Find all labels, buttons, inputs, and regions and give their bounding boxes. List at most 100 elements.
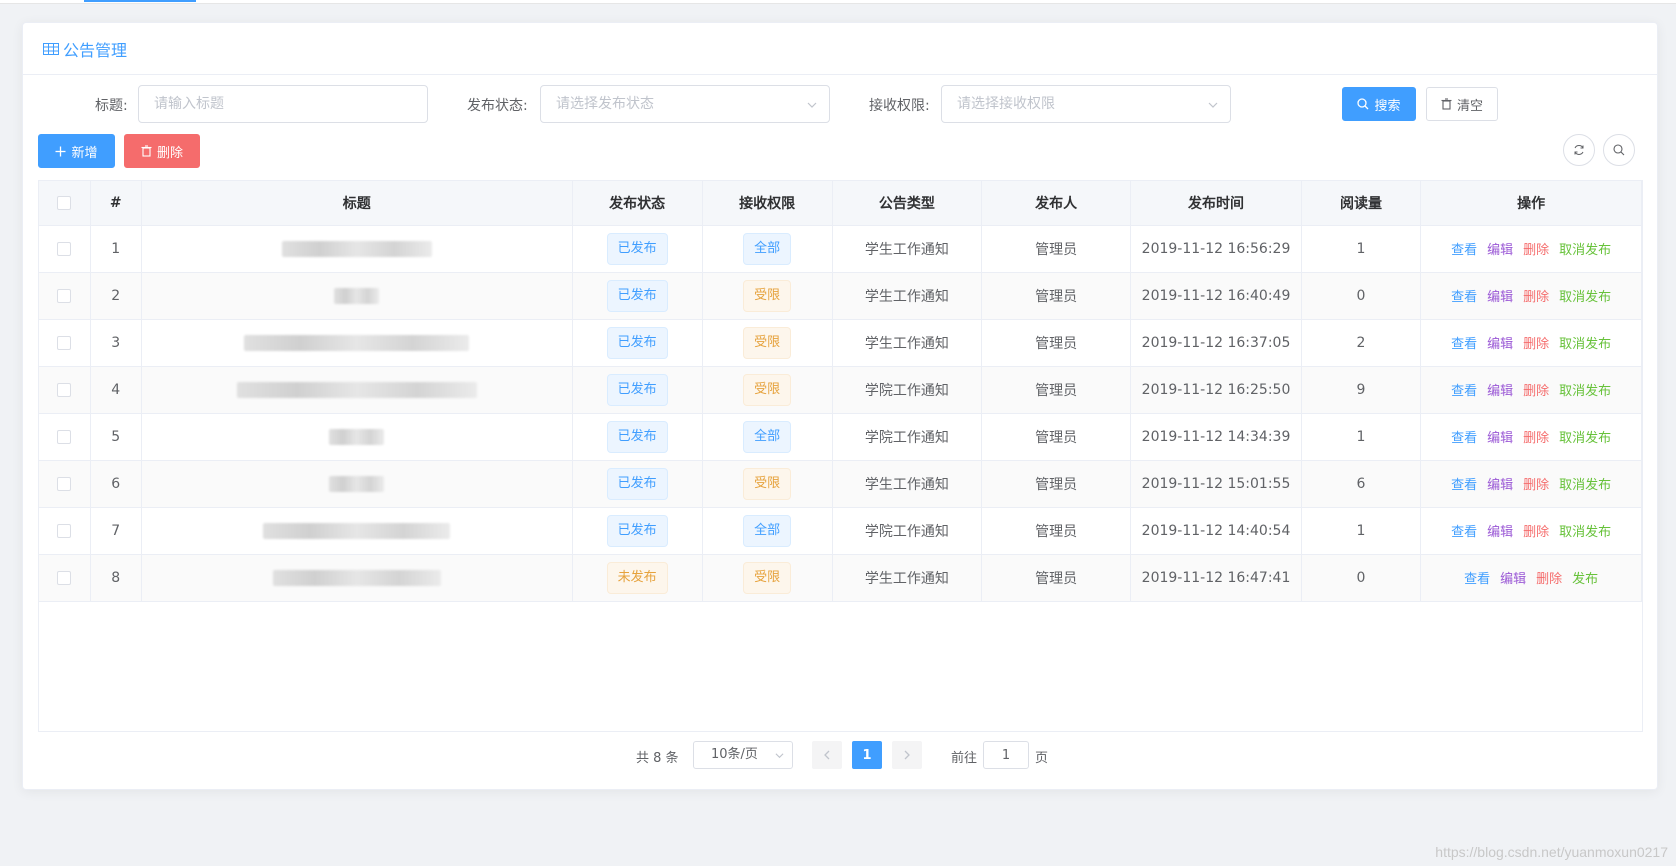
view-link[interactable]: 查看 bbox=[1451, 431, 1477, 446]
trash-icon bbox=[141, 145, 152, 157]
publish-toggle-link[interactable]: 取消发布 bbox=[1559, 525, 1611, 540]
page-number-button[interactable]: 1 bbox=[852, 741, 882, 769]
watermark-link: https://blog.csdn.net/yuanmoxun0217 bbox=[1435, 844, 1668, 860]
card-title: 公告管理 bbox=[63, 40, 128, 60]
row-actions: 查看 编辑 删除 取消发布 bbox=[1420, 507, 1642, 555]
toggle-search-button[interactable] bbox=[1603, 134, 1635, 166]
edit-link[interactable]: 编辑 bbox=[1487, 243, 1513, 258]
table-row: 3 已发布 受限 学生工作通知 管理员 2019-11-12 16:37:05 2 查看 编辑删… bbox=[39, 319, 1642, 367]
row-index: 7 bbox=[90, 507, 142, 555]
header-index: # bbox=[90, 181, 142, 226]
title-filter-label: 标题: bbox=[95, 98, 128, 114]
row-index: 8 bbox=[90, 554, 142, 602]
edit-link[interactable]: 编辑 bbox=[1487, 337, 1513, 352]
publish-toggle-link[interactable]: 发布 bbox=[1572, 572, 1598, 587]
row-checkbox[interactable] bbox=[57, 476, 72, 491]
table-row: 8 未发布 受限 学生工作通知 管理员 2019-11-12 16:47:41 0 查看 编辑删… bbox=[39, 554, 1642, 602]
row-title-cell bbox=[141, 413, 573, 461]
row-checkbox[interactable] bbox=[57, 429, 72, 444]
trash-icon bbox=[1441, 98, 1452, 110]
row-checkbox[interactable] bbox=[57, 241, 72, 256]
prev-page-button[interactable] bbox=[812, 741, 842, 769]
delete-link[interactable]: 删除 bbox=[1523, 243, 1549, 258]
publish-toggle-link[interactable]: 取消发布 bbox=[1559, 337, 1611, 352]
view-link[interactable]: 查看 bbox=[1464, 572, 1490, 587]
row-checkbox[interactable] bbox=[57, 382, 72, 397]
delete-link[interactable]: 删除 bbox=[1523, 337, 1549, 352]
title-input[interactable] bbox=[138, 85, 428, 123]
row-publisher: 管理员 bbox=[981, 225, 1132, 273]
view-link[interactable]: 查看 bbox=[1451, 384, 1477, 399]
permission-tag: 受限 bbox=[743, 326, 792, 359]
row-checkbox[interactable] bbox=[57, 523, 72, 538]
clear-button[interactable]: 清空 bbox=[1426, 87, 1498, 121]
publish-toggle-link[interactable]: 取消发布 bbox=[1559, 384, 1611, 399]
row-checkbox-cell bbox=[39, 413, 91, 461]
publish-toggle-link[interactable]: 取消发布 bbox=[1559, 243, 1611, 258]
edit-link[interactable]: 编辑 bbox=[1487, 290, 1513, 305]
search-button[interactable]: 搜索 bbox=[1342, 87, 1416, 121]
delete-link[interactable]: 删除 bbox=[1523, 478, 1549, 493]
edit-link[interactable]: 编辑 bbox=[1487, 478, 1513, 493]
row-title-cell bbox=[141, 225, 573, 273]
permission-tag: 受限 bbox=[743, 467, 792, 500]
view-link[interactable]: 查看 bbox=[1451, 478, 1477, 493]
delete-link[interactable]: 删除 bbox=[1523, 431, 1549, 446]
search-icon bbox=[1613, 144, 1625, 156]
row-actions: 查看 编辑 删除 取消发布 bbox=[1420, 272, 1642, 320]
row-type: 学院工作通知 bbox=[832, 366, 982, 414]
page-size-select[interactable]: 10条/页 bbox=[693, 741, 793, 769]
perm-select[interactable]: 请选择接收权限 bbox=[941, 85, 1231, 123]
view-link[interactable]: 查看 bbox=[1451, 290, 1477, 305]
row-time: 2019-11-12 16:37:05 bbox=[1130, 319, 1302, 367]
top-tab-strip bbox=[0, 0, 1676, 4]
row-checkbox-cell bbox=[39, 507, 91, 555]
edit-link[interactable]: 编辑 bbox=[1487, 525, 1513, 540]
row-checkbox-cell bbox=[39, 554, 91, 602]
permission-tag: 全部 bbox=[743, 514, 792, 547]
row-checkbox[interactable] bbox=[57, 288, 72, 303]
row-checkbox[interactable] bbox=[57, 570, 72, 585]
row-reads: 9 bbox=[1301, 366, 1422, 414]
select-all-checkbox[interactable] bbox=[57, 195, 72, 210]
row-type: 学生工作通知 bbox=[832, 225, 982, 273]
row-reads: 2 bbox=[1301, 319, 1422, 367]
publish-toggle-link[interactable]: 取消发布 bbox=[1559, 478, 1611, 493]
delete-button[interactable]: 删除 bbox=[124, 134, 200, 168]
view-link[interactable]: 查看 bbox=[1451, 243, 1477, 258]
next-page-button[interactable] bbox=[892, 741, 922, 769]
delete-link[interactable]: 删除 bbox=[1523, 290, 1549, 305]
header-title: 标题 bbox=[141, 181, 573, 226]
status-tag: 已发布 bbox=[606, 232, 668, 265]
status-tag: 已发布 bbox=[606, 373, 668, 406]
refresh-icon bbox=[1574, 145, 1584, 155]
edit-link[interactable]: 编辑 bbox=[1487, 431, 1513, 446]
header-reads: 阅读量 bbox=[1301, 181, 1422, 226]
chevron-right-icon bbox=[904, 750, 910, 760]
refresh-button[interactable] bbox=[1563, 134, 1595, 166]
row-status-cell: 已发布 bbox=[572, 225, 703, 273]
add-button[interactable]: 新增 bbox=[38, 134, 115, 168]
row-status-cell: 已发布 bbox=[572, 366, 703, 414]
delete-link[interactable]: 删除 bbox=[1536, 572, 1562, 587]
row-checkbox[interactable] bbox=[57, 335, 72, 350]
row-publisher: 管理员 bbox=[981, 366, 1132, 414]
publish-toggle-link[interactable]: 取消发布 bbox=[1559, 431, 1611, 446]
row-publisher: 管理员 bbox=[981, 272, 1132, 320]
publish-toggle-link[interactable]: 取消发布 bbox=[1559, 290, 1611, 305]
delete-link[interactable]: 删除 bbox=[1523, 525, 1549, 540]
status-tag: 未发布 bbox=[606, 561, 668, 594]
page-jump-input[interactable] bbox=[983, 741, 1029, 769]
permission-tag: 受限 bbox=[743, 561, 792, 594]
status-select[interactable]: 请选择发布状态 bbox=[540, 85, 830, 123]
chevron-down-icon bbox=[807, 102, 817, 108]
edit-link[interactable]: 编辑 bbox=[1487, 384, 1513, 399]
edit-link[interactable]: 编辑 bbox=[1500, 572, 1526, 587]
row-time: 2019-11-12 14:34:39 bbox=[1130, 413, 1302, 461]
add-button-label: 新增 bbox=[71, 145, 98, 161]
row-publisher: 管理员 bbox=[981, 507, 1132, 555]
row-title-cell bbox=[141, 272, 573, 320]
delete-link[interactable]: 删除 bbox=[1523, 384, 1549, 399]
view-link[interactable]: 查看 bbox=[1451, 337, 1477, 352]
view-link[interactable]: 查看 bbox=[1451, 525, 1477, 540]
